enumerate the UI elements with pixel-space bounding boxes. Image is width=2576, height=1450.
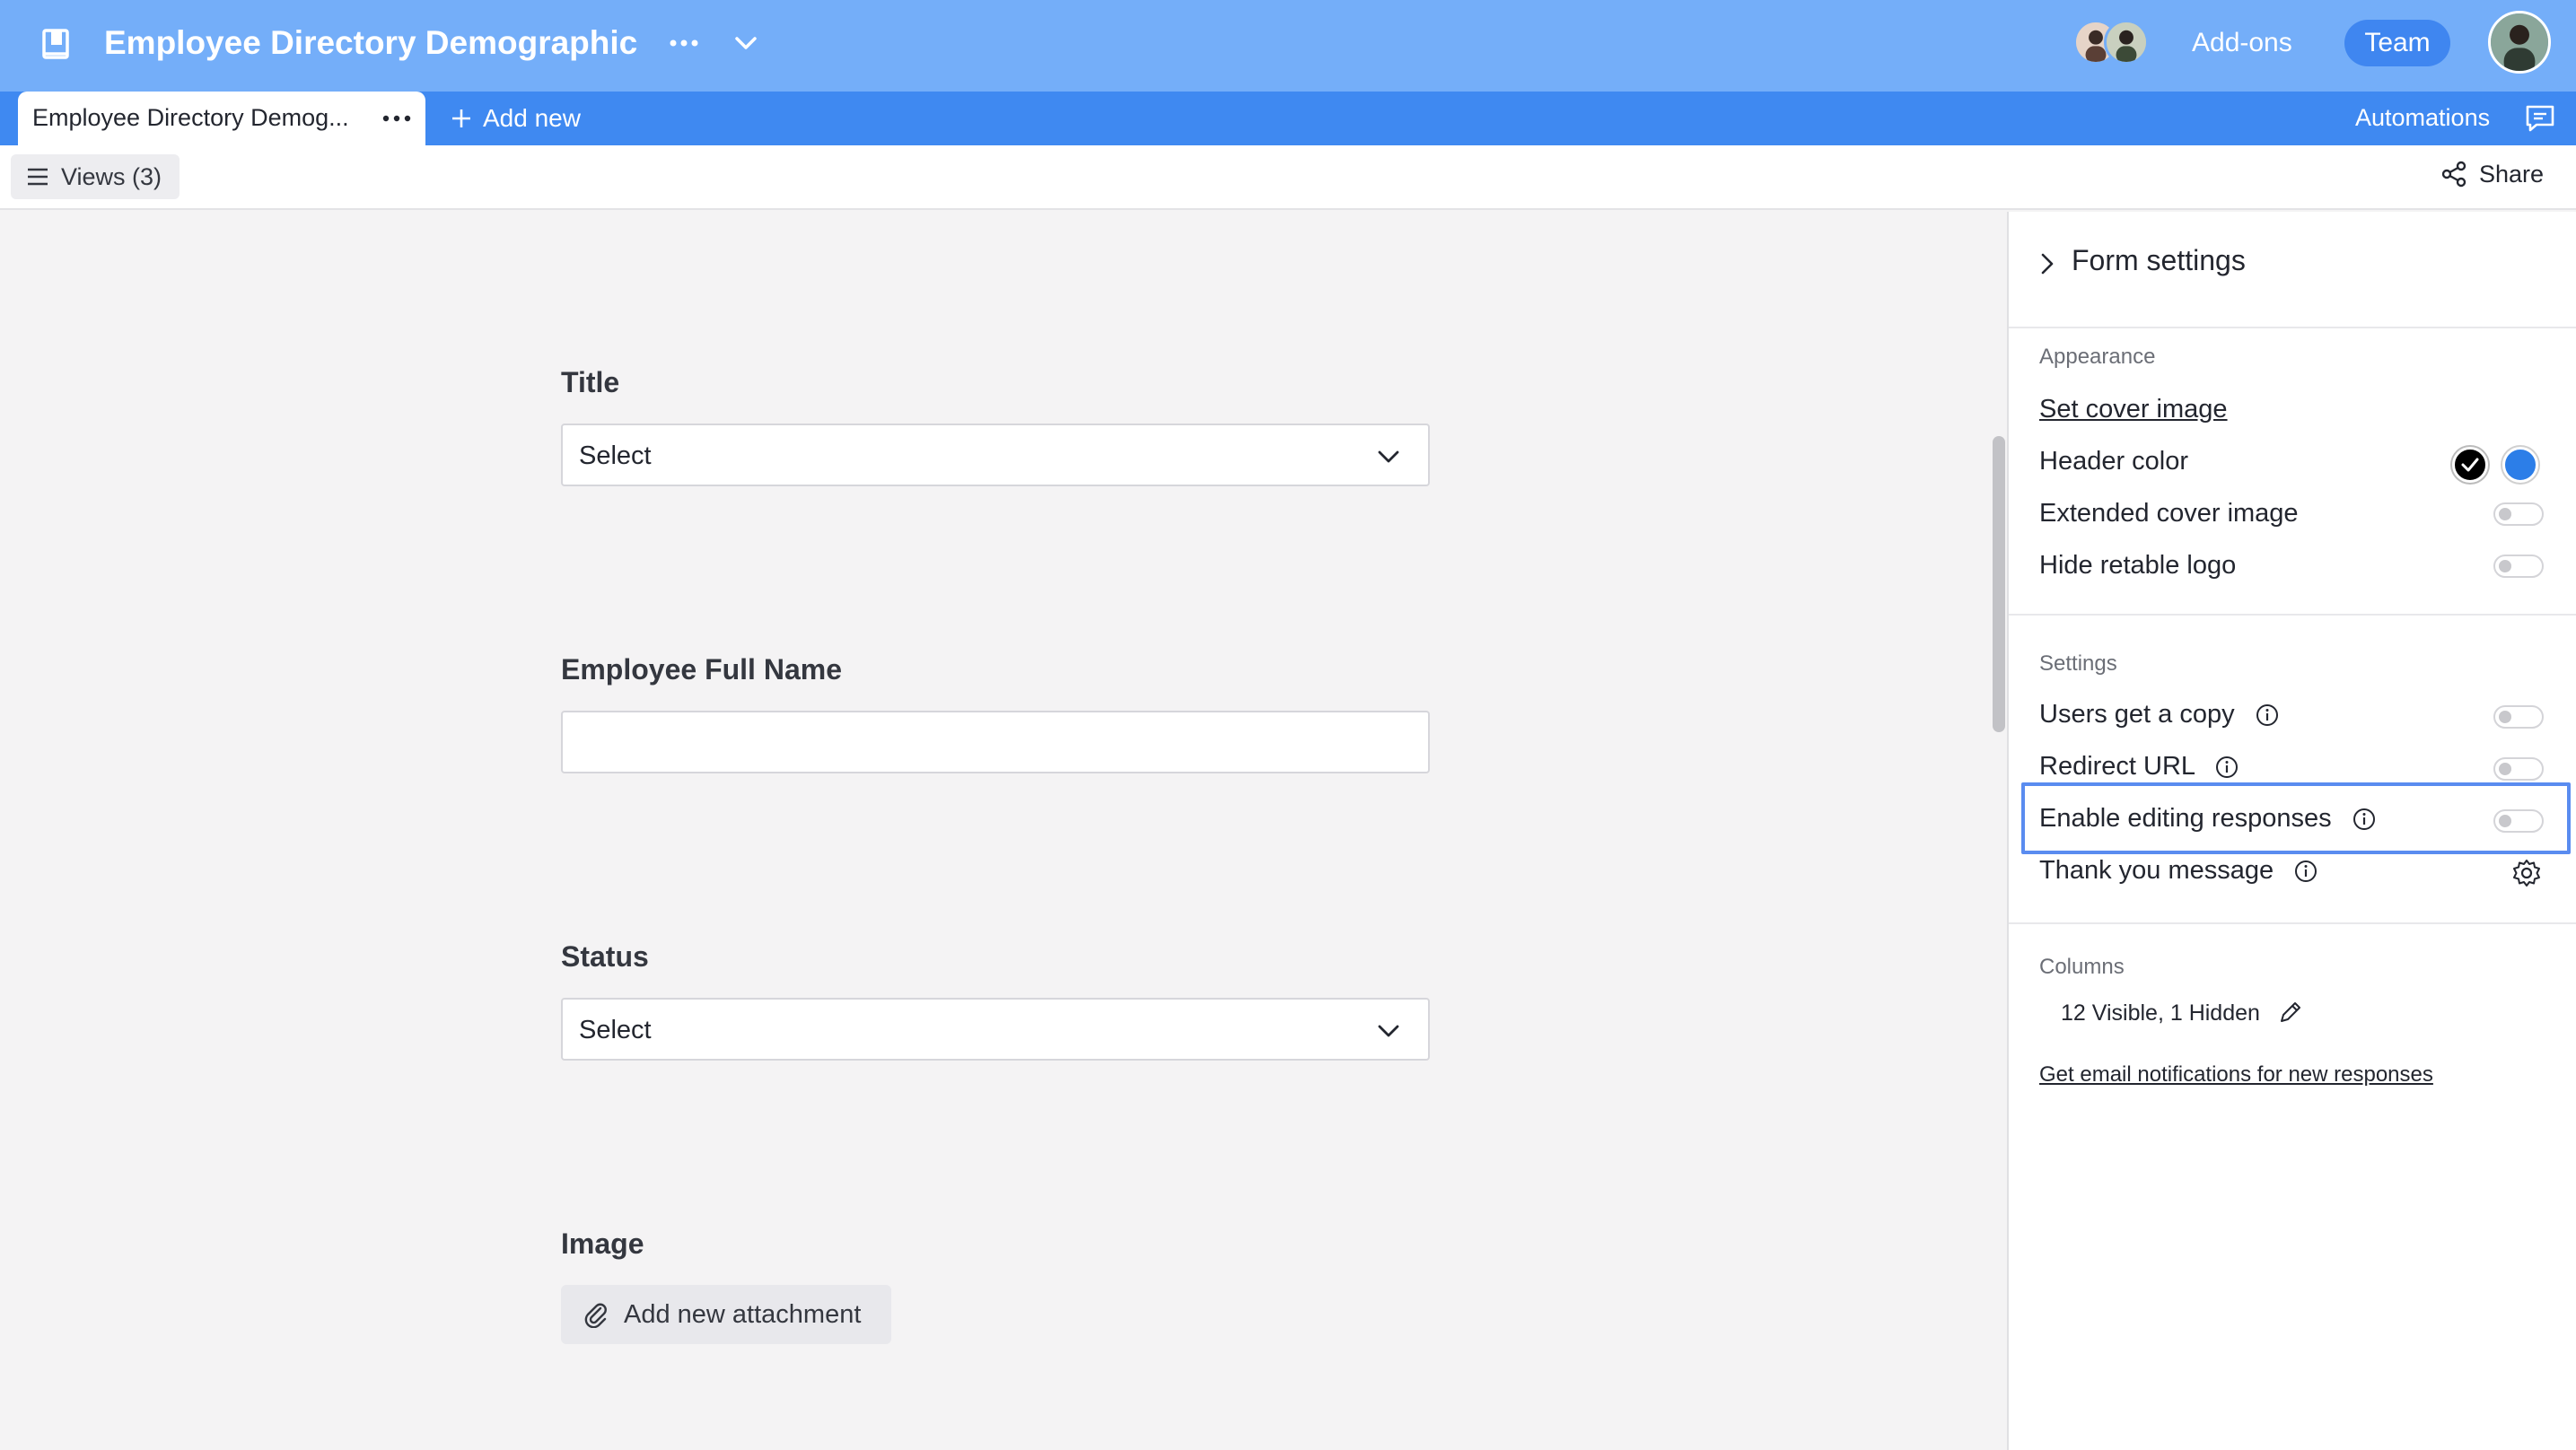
book-icon[interactable] [39,27,74,63]
add-attachment-button[interactable]: Add new attachment [561,1285,891,1344]
divider [2009,614,2576,616]
form-settings-title: Form settings [2072,244,2246,276]
redirect-url-toggle[interactable] [2493,757,2544,781]
more-dots-icon[interactable] [666,25,702,61]
toggle-knob [2499,560,2511,572]
header-color-swatch-black[interactable] [2452,447,2488,483]
columns-heading: Columns [2039,955,2125,979]
columns-summary[interactable]: 12 Visible, 1 Hidden [2061,1000,2303,1026]
tab-employee-directory[interactable]: Employee Directory Demog... [18,92,425,145]
gear-icon[interactable] [2511,858,2542,888]
hide-logo-label: Hide retable logo [2039,551,2237,580]
tab-bar: Employee Directory Demog... Add new Auto… [0,92,2576,145]
info-icon[interactable] [2352,807,2377,832]
paperclip-icon [584,1303,607,1328]
chevron-down-icon [1378,450,1399,463]
add-attachment-label: Add new attachment [624,1299,862,1329]
add-new-label: Add new [483,104,581,132]
app-header: Employee Directory Demographic Add-ons T… [0,0,2576,92]
users-copy-row: Users get a copy [2039,700,2280,729]
form-settings-panel: Form settings Appearance Set cover image… [2007,212,2576,1450]
columns-summary-text: 12 Visible, 1 Hidden [2061,1000,2260,1026]
users-copy-toggle[interactable] [2493,705,2544,729]
view-bar: Views (3) Share [0,145,2576,210]
redirect-url-row: Redirect URL [2039,752,2239,782]
users-copy-label: Users get a copy [2039,700,2235,729]
field-label-title: Title [561,366,620,398]
collaborator-avatar [2104,20,2149,65]
info-icon[interactable] [2255,703,2280,728]
share-button[interactable]: Share [2440,160,2544,188]
status-select-value: Select [579,1016,652,1044]
comment-icon[interactable] [2524,102,2556,135]
toggle-knob [2499,711,2511,723]
extended-cover-toggle[interactable] [2493,502,2544,526]
settings-heading: Settings [2039,651,2117,676]
header-color-label: Header color [2039,447,2189,476]
collaborator-avatars[interactable] [2073,20,2151,65]
employee-full-name-input[interactable] [561,711,1430,773]
addons-link[interactable]: Add-ons [2192,25,2292,61]
more-dots-icon[interactable] [379,104,415,133]
views-button[interactable]: Views (3) [11,154,180,199]
hamburger-icon [28,168,48,186]
scrollbar-track[interactable] [1989,212,2007,1450]
field-label-image: Image [561,1227,644,1260]
toggle-knob [2499,763,2511,775]
app-title[interactable]: Employee Directory Demographic [104,22,637,65]
field-label-status: Status [561,940,649,973]
scrollbar-thumb[interactable] [1993,436,2005,732]
toggle-knob [2499,815,2511,827]
info-icon[interactable] [2214,755,2239,780]
extended-cover-label: Extended cover image [2039,499,2299,528]
set-cover-image-link[interactable]: Set cover image [2039,395,2228,424]
chevron-down-icon[interactable] [731,27,761,59]
form-canvas [0,212,2007,1450]
form-settings-header[interactable]: Form settings [2009,212,2576,328]
enable-editing-label: Enable editing responses [2039,804,2332,833]
appearance-heading: Appearance [2039,345,2156,369]
plus-icon [452,109,470,127]
title-select-value: Select [579,441,652,470]
add-new-tab-button[interactable]: Add new [449,102,581,135]
field-label-employee-full-name: Employee Full Name [561,653,842,686]
tab-label: Employee Directory Demog... [32,104,349,131]
views-label: Views (3) [61,162,162,190]
user-avatar[interactable] [2488,11,2551,74]
status-select[interactable]: Select [561,998,1430,1061]
title-select[interactable]: Select [561,424,1430,486]
automations-link[interactable]: Automations [2355,104,2490,132]
share-icon [2441,161,2466,188]
pencil-icon[interactable] [2276,1000,2303,1026]
redirect-url-label: Redirect URL [2039,752,2195,781]
thank-you-row: Thank you message [2039,856,2318,886]
thank-you-label: Thank you message [2039,856,2274,885]
divider [2009,922,2576,924]
checkmark-icon [2461,458,2479,472]
toggle-knob [2499,508,2511,520]
info-icon[interactable] [2293,859,2318,884]
chevron-right-icon[interactable] [2036,249,2057,278]
email-notifications-link[interactable]: Get email notifications for new response… [2039,1062,2433,1088]
chevron-down-icon [1378,1025,1399,1037]
hide-logo-toggle[interactable] [2493,555,2544,578]
header-color-swatch-blue[interactable] [2502,447,2538,483]
enable-editing-toggle[interactable] [2493,809,2544,833]
enable-editing-row: Enable editing responses [2039,804,2377,834]
share-label: Share [2479,160,2545,188]
team-button[interactable]: Team [2344,20,2450,66]
